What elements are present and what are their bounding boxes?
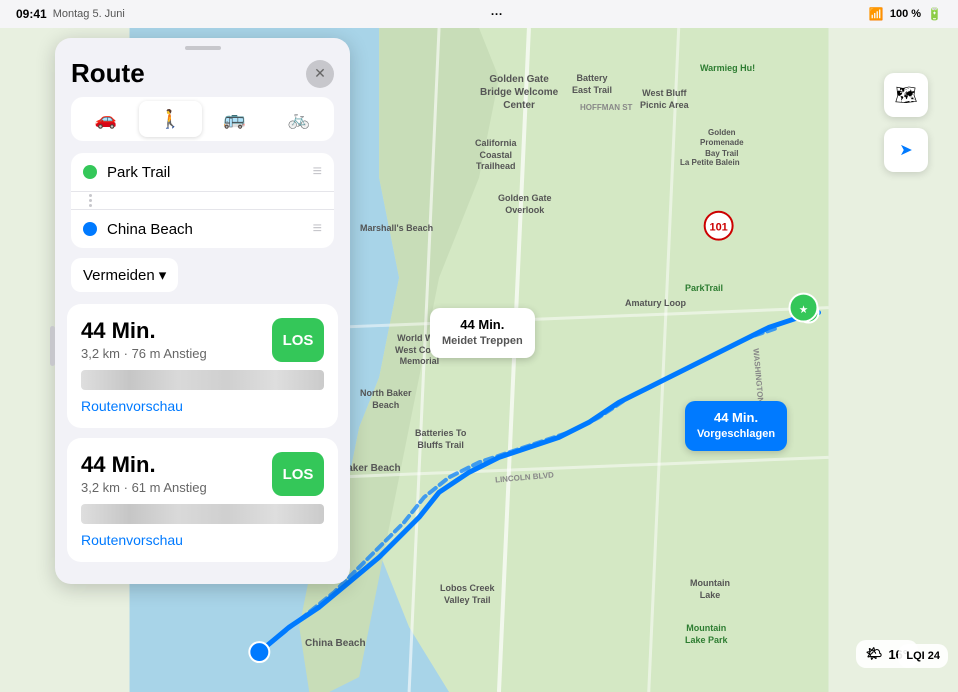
svg-text:★: ★ <box>799 305 808 315</box>
map-label-golden-prom: GoldenPromenadeBay Trail <box>700 128 744 159</box>
map-label-west-bluff: West BluffPicnic Area <box>640 88 689 111</box>
map-layers-icon: 🗺 <box>895 85 918 106</box>
map-label-china-beach-map: China Beach <box>305 638 366 649</box>
map-label-la-petite: La Petite Balein <box>680 158 740 167</box>
transit-icon: 🚌 <box>223 109 245 130</box>
transport-bike-button[interactable]: 🚲 <box>268 101 330 137</box>
transport-modes: 🚗 🚶 🚌 🚲 <box>71 97 334 141</box>
conn-dot-3 <box>89 204 92 207</box>
transport-transit-button[interactable]: 🚌 <box>204 101 266 137</box>
drag-handle-start[interactable]: ≡ <box>313 163 322 181</box>
callout-time-1: 44 Min. <box>442 316 523 334</box>
callout-subtitle-2: Vorgeschlagen <box>697 427 775 442</box>
wifi-icon: 📶 <box>869 7 884 21</box>
waypoint-end-label: China Beach <box>107 221 303 238</box>
waypoint-start-label: Park Trail <box>107 164 303 181</box>
route-1-time: 44 Min. <box>81 318 207 344</box>
transport-car-button[interactable]: 🚗 <box>75 101 137 137</box>
callout-subtitle-1: Meidet Treppen <box>442 334 523 349</box>
status-date: Montag 5. Juni <box>53 8 125 20</box>
map-label-park-trail: ParkTrail <box>685 283 723 293</box>
route-2-details: 3,2 km · 61 m Anstieg <box>81 480 207 495</box>
map-label-mountain-lake-park: MountainLake Park <box>685 623 728 646</box>
callout-meidet-treppen[interactable]: 44 Min. Meidet Treppen <box>430 308 535 358</box>
transport-walk-button[interactable]: 🚶 <box>139 101 201 137</box>
route-card-2[interactable]: 44 Min. 3,2 km · 61 m Anstieg LOS Routen… <box>67 438 338 562</box>
chevron-down-icon: ▾ <box>159 266 167 284</box>
sidebar-header: Route ✕ <box>55 54 350 97</box>
route-preview-link-1[interactable]: Routenvorschau <box>81 398 324 414</box>
callout-time-2: 44 Min. <box>697 409 775 427</box>
waypoint-dot-start <box>83 165 97 179</box>
map-label-golden-gate-overlook: Golden GateOverlook <box>498 193 552 216</box>
map-label-golden-gate: Golden GateBridge WelcomeCenter <box>480 73 558 112</box>
battery-label: 100 % <box>890 8 921 20</box>
map-label-amatury: Amatury Loop <box>625 298 686 308</box>
compass-button[interactable]: ➤ <box>884 128 928 172</box>
connector-dots <box>83 194 97 207</box>
weather-icon: 🌤 <box>866 646 883 662</box>
map-label-battery-east: BatteryEast Trail <box>572 73 612 96</box>
close-icon: ✕ <box>314 65 326 82</box>
battery-icon: 🔋 <box>927 7 942 21</box>
compass-icon: ➤ <box>899 140 912 160</box>
handle-bar <box>185 46 221 50</box>
map-label-warmieg: Warmieg Hu! <box>700 63 755 75</box>
los-button-1[interactable]: LOS <box>272 318 324 362</box>
waypoint-dot-end <box>83 222 97 236</box>
sidebar-handle <box>55 38 350 54</box>
avoid-button[interactable]: Vermeiden ▾ <box>71 258 178 292</box>
status-dots-text: ··· <box>491 7 503 21</box>
map-label-batteries-bluffs: Batteries ToBluffs Trail <box>415 428 466 451</box>
map-label-hoffman: HOFFMAN ST <box>580 103 632 112</box>
route-card-1[interactable]: 44 Min. 3,2 km · 76 m Anstieg LOS Routen… <box>67 304 338 428</box>
map-layers-button[interactable]: 🗺 <box>884 73 928 117</box>
sidebar-scroll-handle[interactable] <box>50 326 55 366</box>
route-1-details: 3,2 km · 76 m Anstieg <box>81 346 207 361</box>
waypoint-end[interactable]: China Beach ≡ <box>71 210 334 248</box>
map-label-mountain-lake: MountainLake <box>690 578 730 601</box>
waypoints-list: Park Trail ≡ China Beach ≡ <box>71 153 334 248</box>
status-icons: 📶 100 % 🔋 <box>869 7 942 21</box>
car-icon: 🚗 <box>95 109 117 130</box>
sidebar-panel: Route ✕ 🚗 🚶 🚌 🚲 Park Trail ≡ <box>55 38 350 584</box>
lqi-text: LQI 24 <box>906 650 940 662</box>
los-label-2: LOS <box>283 466 314 483</box>
callout-vorgeschlagen[interactable]: 44 Min. Vorgeschlagen <box>685 401 787 451</box>
route-2-info: 44 Min. 3,2 km · 61 m Anstieg <box>81 452 207 495</box>
los-label-1: LOS <box>283 332 314 349</box>
conn-dot-1 <box>89 194 92 197</box>
status-time: 09:41 <box>16 7 47 21</box>
bike-icon: 🚲 <box>288 109 310 130</box>
map-label-north-baker: North BakerBeach <box>360 388 412 411</box>
walk-icon: 🚶 <box>159 109 181 130</box>
conn-dot-2 <box>89 199 92 202</box>
waypoints-separator <box>71 192 334 210</box>
svg-text:101: 101 <box>709 222 727 234</box>
drag-handle-end[interactable]: ≡ <box>313 220 322 238</box>
elevation-bar-2 <box>81 504 324 524</box>
map-label-lobos-creek: Lobos CreekValley Trail <box>440 583 495 606</box>
route-preview-link-2[interactable]: Routenvorschau <box>81 532 324 548</box>
sidebar-title: Route <box>71 58 145 89</box>
status-bar: 09:41 Montag 5. Juni ··· 📶 100 % 🔋 <box>0 0 958 28</box>
elevation-bar-1 <box>81 370 324 390</box>
avoid-label: Vermeiden <box>83 267 155 284</box>
map-label-california-coastal: CaliforniaCoastalTrailhead <box>475 138 517 173</box>
route-2-time: 44 Min. <box>81 452 207 478</box>
status-dots: ··· <box>491 7 503 21</box>
close-button[interactable]: ✕ <box>306 60 334 88</box>
route-1-info: 44 Min. 3,2 km · 76 m Anstieg <box>81 318 207 361</box>
route-card-1-header: 44 Min. 3,2 km · 76 m Anstieg LOS <box>81 318 324 362</box>
route-card-2-header: 44 Min. 3,2 km · 61 m Anstieg LOS <box>81 452 324 496</box>
status-time-area: 09:41 Montag 5. Juni <box>16 7 125 21</box>
los-button-2[interactable]: LOS <box>272 452 324 496</box>
lqi-badge: LQI 24 <box>898 644 948 668</box>
map-label-marshalls-beach: Marshall's Beach <box>360 223 433 233</box>
waypoint-start[interactable]: Park Trail ≡ <box>71 153 334 192</box>
